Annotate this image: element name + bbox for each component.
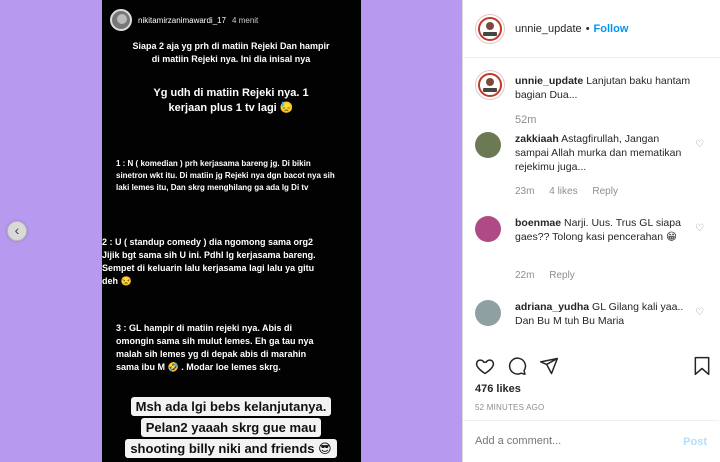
caption-text-block: unnie_update Lanjutan baku hantam bagian… [515,74,705,102]
author-avatar[interactable] [475,13,505,44]
story-point-3-line-2: omongin sama sih mulut lemes. Eh ga tau … [116,336,314,346]
highlight-line-1: Msh ada lgi bebs kelanjutanya. [130,397,332,416]
story-point-1-line-1: 1 : N ( komedian ) prh kerjasama bareng … [116,159,311,168]
post-sidebar: unnie_update • Follow unnie_update Lanju… [462,0,720,462]
comment-like-heart-icon[interactable]: ♡ [695,308,705,318]
comment-avatar[interactable] [475,216,501,242]
post-media: ‹ nikitamirzanimawardi_17 4 menit Siapa … [0,0,462,462]
comment-meta: 23m 4 likes Reply [515,186,630,197]
comment-avatar[interactable] [475,300,501,326]
comment-text-block: adriana_yudha GL Gilang kali yaa.. Dan B… [515,300,685,328]
story-time: 4 menit [232,15,259,25]
comment-reply-button[interactable]: Reply [549,270,575,281]
comment-like-heart-icon[interactable]: ♡ [695,224,705,234]
comment-username[interactable]: adriana_yudha [515,301,589,313]
story-headline-1: Yg udh di matiin Rejeki nya. 1 [153,87,309,99]
share-icon[interactable] [539,356,559,376]
comment-username[interactable]: boenmae [515,217,561,229]
highlight-line-3: shooting billy niki and friends 😎 [125,439,337,458]
post-actions [475,356,559,378]
story-point-3-line-4: sama ibu M 🤣 . Modar loe lemes skrg. [116,362,281,372]
highlight-line-2: Pelan2 yaaah skrg gue mau [140,418,322,437]
separator-dot: • [585,22,590,35]
comment-text-block: boenmae Narji. Uus. Trus GL siapa gaes??… [515,216,685,244]
follow-button[interactable]: Follow [594,23,629,35]
story-highlight-text: Msh ada lgi bebs kelanjutanya. Pelan2 ya… [116,397,346,460]
likes-count[interactable]: 476 likes [475,383,521,395]
comment-likes[interactable]: 4 likes [549,186,577,197]
story-headline-2: kerjaan plus 1 tv lagi 😓 [168,102,294,114]
add-comment-row: Post [463,420,719,462]
heart-icon[interactable] [475,356,495,376]
caption-time: 52m [515,114,537,126]
comment-username[interactable]: zakkiaah [515,133,559,145]
story-point-2-line-4: deh 😒 [102,276,132,286]
story-point-2-line-2: Jijik bgt sama sih U ini. Pdhl lg kerjas… [102,250,316,260]
add-comment-input[interactable] [475,435,665,447]
bookmark-icon[interactable] [693,356,711,376]
comment-avatar[interactable] [475,132,501,158]
post-header: unnie_update • Follow [463,0,720,58]
story-screenshot: nikitamirzanimawardi_17 4 menit Siapa 2 … [102,0,361,462]
previous-post-button[interactable]: ‹ [7,221,27,241]
story-point-2-line-3: Sempet di keluarin lalu kerjasama lagi l… [102,263,315,273]
caption-avatar[interactable] [475,70,505,100]
story-point-3-line-3: malah sih lemes yg di depak abis di mara… [116,349,307,359]
comments-list[interactable]: unnie_update Lanjutan baku hantam bagian… [463,66,719,346]
posted-time: 52 MINUTES AGO [475,403,545,412]
comment-icon[interactable] [507,356,527,376]
story-username: nikitamirzanimawardi_17 [138,15,227,25]
comment-text-block: zakkiaah Astagfirullah, Jangan sampai Al… [515,132,685,174]
story-header: nikitamirzanimawardi_17 4 menit [110,8,258,32]
story-point-2-line-1: 2 : U ( standup comedy ) dia ngomong sam… [102,237,314,247]
comment-like-heart-icon[interactable]: ♡ [695,140,705,150]
comment-meta: 22m Reply [515,270,587,281]
story-intro-1: Siapa 2 aja yg prh di matiin Rejeki Dan … [132,41,330,51]
story-avatar [110,9,132,31]
story-point-1-line-3: laki lemes itu, Dan skrg menghilang ga a… [116,183,309,192]
comment-time: 22m [515,270,535,281]
comment-time: 23m [515,186,535,197]
post-comment-button[interactable]: Post [683,436,707,448]
comment-reply-button[interactable]: Reply [592,186,618,197]
story-intro-2: di matiin Rejeki nya. Ini dia inisal nya [151,54,311,64]
story-point-3-line-1: 3 : GL hampir di matiin rejeki nya. Abis… [116,323,293,333]
author-username[interactable]: unnie_update [515,23,582,35]
caption-username[interactable]: unnie_update [515,75,583,87]
story-point-1-line-2: sinetron wkt itu. Di matiin jg Rejeki ny… [116,171,335,180]
chevron-left-icon: ‹ [14,222,20,238]
